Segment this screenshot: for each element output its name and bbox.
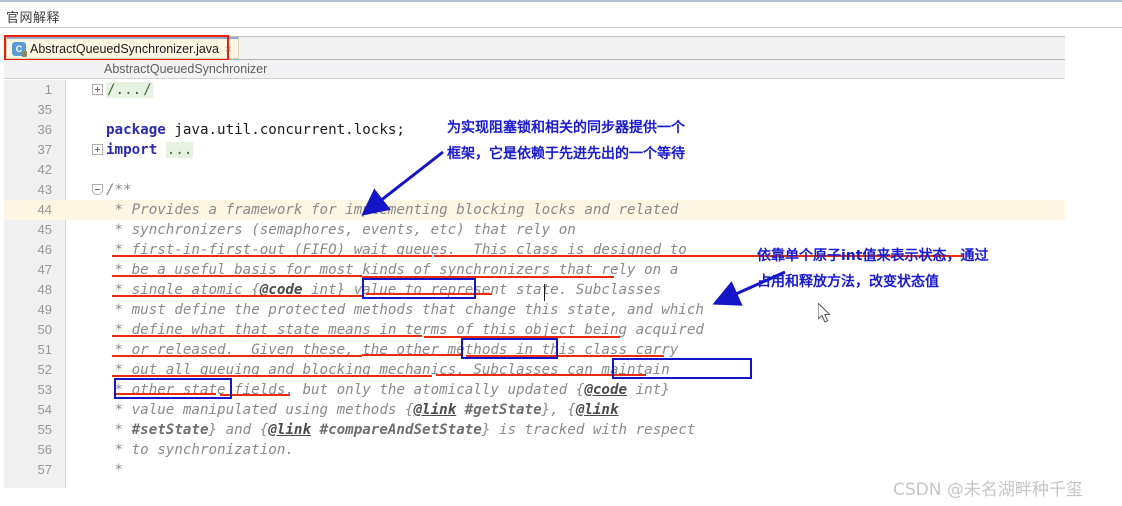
- annotation-note-right-line2: 占用和释放方法，改变状态值: [757, 274, 939, 290]
- mouse-pointer-icon: [818, 303, 831, 323]
- annotation-note-right-line1: 依靠单个原子int值来表示状态，通过: [757, 248, 989, 264]
- watermark: CSDN @未名湖畔种千玺: [893, 480, 1083, 500]
- annotation-note-right: 依靠单个原子int值来表示状态，通过 占用和释放方法，改变状态值: [757, 243, 988, 295]
- screenshot-root: 官网解释 C AbstractQueuedSynchronizer.java ×…: [0, 0, 1122, 506]
